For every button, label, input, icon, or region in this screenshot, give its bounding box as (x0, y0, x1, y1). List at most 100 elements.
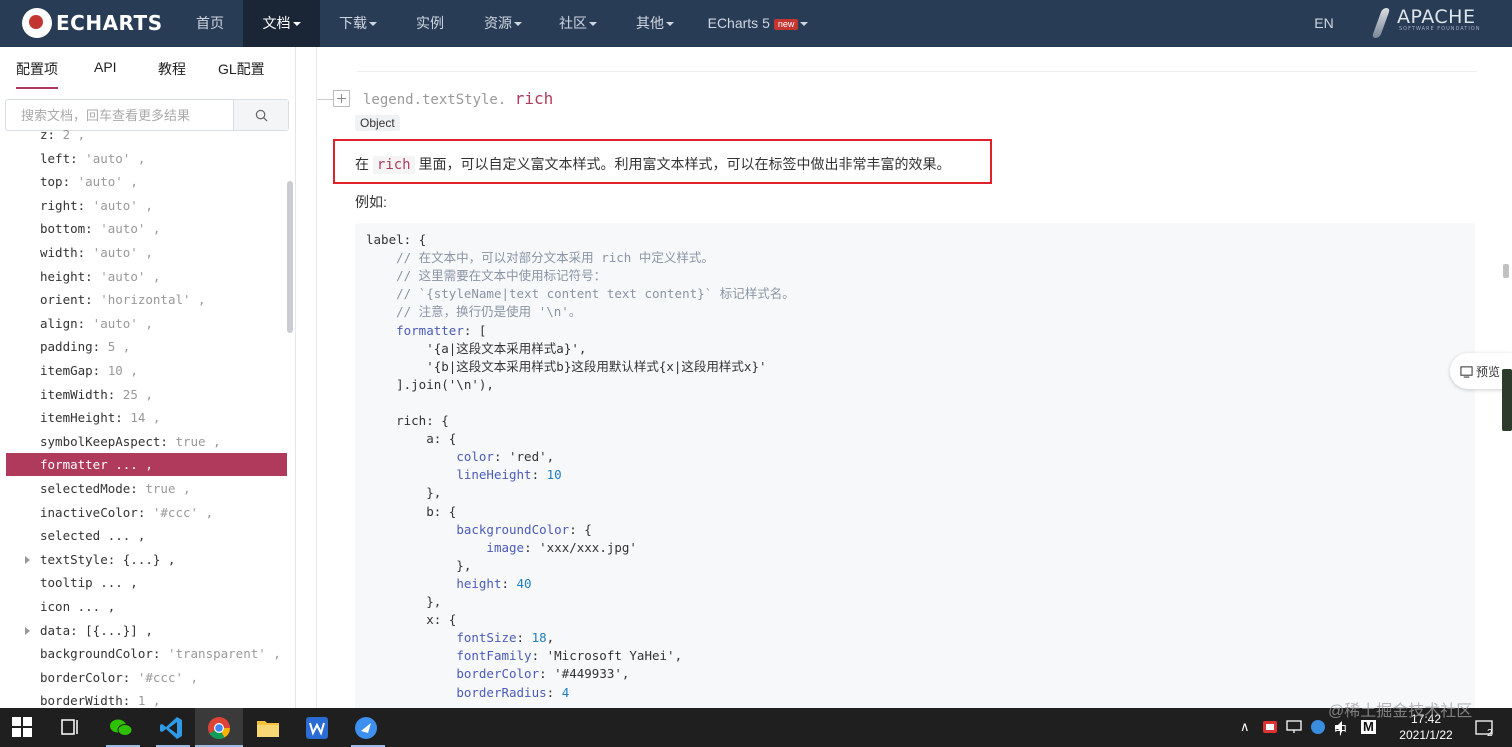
echarts-logo-icon (22, 8, 52, 38)
option-default-value: '#ccc' , (130, 669, 199, 685)
notification-count: 2 (1487, 728, 1493, 739)
tab-gl-option[interactable]: GL配置 (218, 59, 265, 79)
expand-arrow-icon[interactable] (25, 626, 30, 635)
nav-item-label: 其他 (636, 15, 664, 31)
apache-logo[interactable]: APACHE SOFTWARE FOUNDATION (1375, 6, 1480, 32)
code-token: borderColor (456, 666, 540, 682)
network-icon[interactable] (1286, 719, 1302, 735)
option-tree-item[interactable]: align: 'auto' , (0, 312, 290, 335)
option-default-value: 5 , (100, 339, 131, 355)
option-key: itemGap: (40, 363, 101, 378)
security-tray-icon[interactable] (1262, 719, 1278, 735)
option-tree-item[interactable]: height: 'auto' , (0, 265, 290, 288)
option-tree-item[interactable]: left: 'auto' , (0, 147, 290, 170)
code-line: borderColor: '#449933', (366, 665, 629, 683)
option-tree-item[interactable]: icon ... , (0, 595, 290, 618)
option-tree-item[interactable]: right: 'auto' , (0, 194, 290, 217)
nav-item-5[interactable]: 社区 (549, 0, 607, 47)
option-tree-item[interactable]: borderWidth: 1 , (0, 689, 290, 708)
expand-icon[interactable] (333, 90, 350, 107)
highlight-annotation-box (333, 139, 992, 184)
option-tree-item[interactable]: padding: 5 , (0, 335, 290, 358)
option-tree-item[interactable]: borderColor: '#ccc' , (0, 666, 290, 689)
option-tree-item[interactable]: tooltip ... , (0, 571, 290, 594)
nav-item-7[interactable]: ECharts 5 new (696, 0, 820, 47)
ime-indicator[interactable]: 中 (1334, 719, 1347, 738)
nav-item-6[interactable]: 其他 (626, 0, 684, 47)
nav-item-label: 资源 (484, 15, 512, 31)
chrome-icon[interactable] (206, 715, 232, 741)
code-token: : 'red', (493, 449, 555, 465)
option-tree-item[interactable]: bottom: 'auto' , (0, 217, 290, 240)
page-scrollbar[interactable] (1503, 264, 1509, 278)
tray-overflow-icon[interactable]: ∧ (1240, 719, 1250, 735)
windows-start-icon[interactable] (12, 717, 32, 737)
task-view-icon[interactable] (60, 717, 80, 737)
code-token: fontFamily (456, 648, 532, 664)
option-tree-item[interactable]: backgroundColor: 'transparent' , (0, 642, 290, 665)
option-key: selectedMode: (40, 481, 138, 496)
input-method-icon[interactable]: M (1361, 720, 1376, 734)
option-default-value: 'auto' , (85, 197, 153, 213)
language-switch[interactable]: EN (1306, 0, 1342, 47)
nav-item-4[interactable]: 资源 (472, 0, 534, 47)
option-default-value: true , (167, 433, 221, 449)
tab-option[interactable]: 配置项 (16, 59, 58, 89)
echarts-logo[interactable]: ECHARTS (22, 6, 163, 40)
cloud-sync-icon[interactable] (1310, 719, 1326, 735)
option-default-value: 'auto' , (92, 221, 161, 237)
option-tree-item[interactable]: data: [{...}] , (0, 619, 290, 642)
option-key: data: [{...}] , (40, 622, 153, 638)
option-key: width: (40, 245, 86, 260)
nav-item-3[interactable]: 实例 (405, 0, 455, 47)
option-tree-item[interactable]: itemGap: 10 , (0, 359, 290, 382)
sidebar-scrollbar[interactable] (287, 181, 293, 333)
code-line: label: { (366, 231, 426, 249)
wechat-icon[interactable] (108, 715, 134, 741)
nav-item-2[interactable]: 下载 (336, 0, 380, 47)
code-token: rich: { (366, 413, 449, 428)
option-tree-item[interactable]: itemHeight: 14 , (0, 406, 290, 429)
nav-item-label: 实例 (416, 15, 444, 31)
code-token: height (456, 575, 502, 591)
code-token: x: { (366, 612, 457, 628)
option-tree-item[interactable]: top: 'auto' , (0, 170, 290, 193)
option-tree-item[interactable]: orient: 'horizontal' , (0, 288, 290, 311)
option-tree-item[interactable]: textStyle: {...} , (0, 548, 290, 571)
code-line: ].join('\n'), (366, 376, 494, 394)
option-tree-item[interactable]: selected ... , (0, 524, 290, 547)
property-name: rich (514, 89, 554, 108)
vscode-icon[interactable] (158, 715, 184, 741)
option-tree-item[interactable]: itemWidth: 25 , (0, 383, 290, 406)
option-tree-item[interactable]: selectedMode: true , (0, 477, 290, 500)
option-key: right: (40, 197, 86, 213)
preview-label: 预览 (1476, 364, 1501, 379)
feishu-icon[interactable] (353, 715, 379, 741)
option-tree-item[interactable]: inactiveColor: '#ccc' , (0, 501, 290, 524)
wps-writer-icon[interactable] (304, 715, 330, 741)
option-tree-item[interactable]: z: 2 , (0, 123, 290, 146)
tab-tutorial[interactable]: 教程 (158, 59, 186, 79)
property-path: legend.textStyle. rich (363, 89, 553, 108)
code-line: formatter: [ (366, 322, 486, 340)
tab-api[interactable]: API (94, 59, 117, 75)
code-token: lineHeight (456, 467, 532, 483)
option-tree-item[interactable]: symbolKeepAspect: true , (0, 430, 290, 453)
code-token: image (486, 539, 525, 555)
option-key: backgroundColor: (40, 646, 161, 662)
code-line: }, (366, 484, 441, 502)
nav-item-1[interactable]: 文档 (243, 0, 320, 47)
option-key: padding: (40, 339, 101, 355)
nav-item-label: ECharts 5 (707, 15, 770, 31)
expand-arrow-icon[interactable] (25, 555, 30, 564)
file-explorer-icon[interactable] (255, 715, 281, 741)
option-tree-item[interactable]: width: 'auto' , (0, 241, 290, 264)
option-default-value: 'transparent' , (160, 646, 281, 662)
nav-item-0[interactable]: 首页 (188, 0, 232, 47)
option-tree-item[interactable]: formatter ... , (6, 453, 287, 477)
